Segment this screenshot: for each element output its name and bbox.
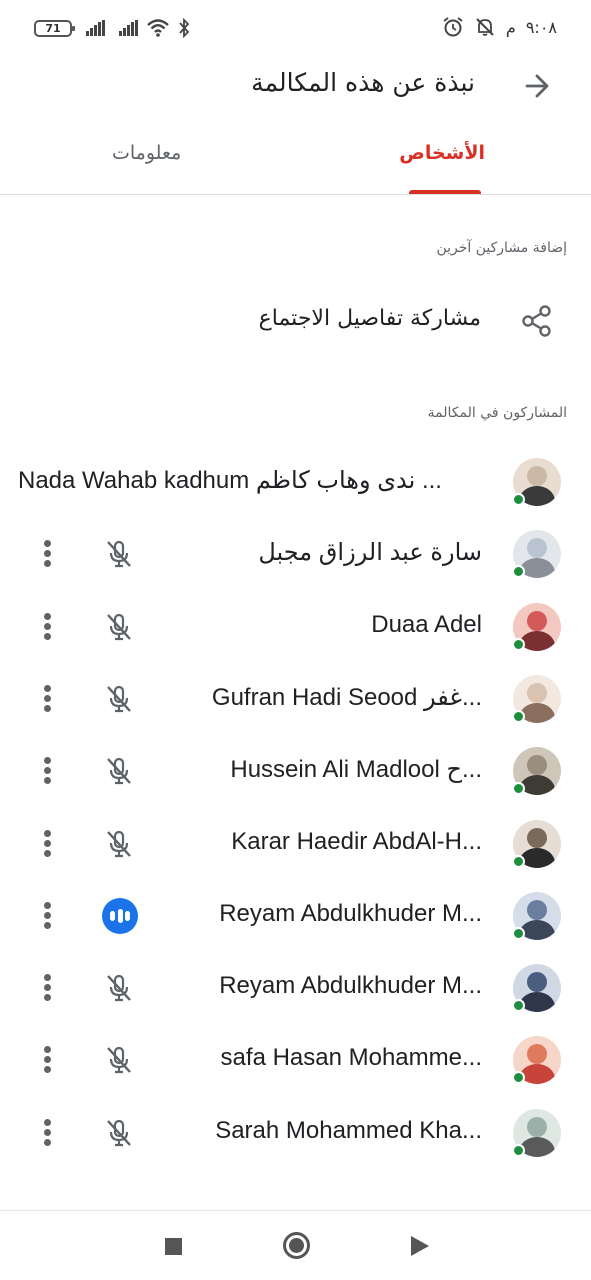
participant-row[interactable]: Reyam Abdulkhuder M... [0,952,591,1024]
more-options-icon[interactable] [38,611,58,643]
speaking-indicator-icon [102,897,138,934]
more-options-icon[interactable] [38,900,58,932]
selected-tab-indicator [409,190,481,194]
tab-people[interactable]: الأشخاص [399,142,485,164]
battery-level: 71 [45,21,61,35]
arrow-back-icon[interactable] [521,70,553,102]
more-options-icon[interactable] [38,972,58,1004]
participant-row[interactable]: Duaa Adel [0,591,591,663]
participant-row[interactable]: Karar Haedir AbdAl-H... [0,808,591,880]
participant-name: Sarah Mohammed Kha... [215,1116,482,1144]
battery-icon: 71 [34,19,75,37]
participant-name: Reyam Abdulkhuder M... [219,972,482,1000]
more-options-icon[interactable] [38,1044,58,1076]
online-status-dot [512,854,525,868]
system-nav-bar [0,1210,591,1280]
share-icon [522,305,551,337]
participant-name: سارة عبد الرزاق مجبل [258,539,482,567]
online-status-dot [512,999,525,1013]
share-label: مشاركة تفاصيل الاجتماع [258,306,481,331]
status-bar: 71 م ٩:٠٨ [0,0,591,56]
online-status-dot [512,1143,525,1157]
mic-off-icon [107,758,131,785]
participant-name: Gufran Hadi Seood غفر... [211,683,482,711]
mic-off-icon [107,685,131,712]
mic-off-icon [107,830,131,857]
online-status-dot [512,493,525,506]
more-options-icon[interactable] [38,1117,58,1149]
participant-name: Reyam Abdulkhuder M... [219,899,482,927]
wifi-icon [147,19,169,37]
mic-off-icon [107,1047,131,1074]
tab-bar: الأشخاص معلومات [0,130,591,195]
signal-icon [119,20,138,36]
online-status-dot [512,637,525,651]
bluetooth-icon [179,18,190,38]
tab-info[interactable]: معلومات [112,142,181,164]
participant-name: Hussein Ali Madlool ح... [230,756,482,784]
add-participants-label: إضافة مشاركين آخرين [436,240,567,256]
back-triangle-icon[interactable] [411,1236,429,1256]
more-options-icon[interactable] [38,828,58,860]
more-options-icon[interactable] [38,538,58,570]
mic-off-icon [107,541,131,568]
participant-row[interactable]: Sarah Mohammed Kha... [0,1097,591,1169]
notifications-off-icon [476,18,494,36]
signal-icon [86,20,105,36]
mic-off-icon [107,613,131,640]
participant-row[interactable]: Reyam Abdulkhuder M... [0,880,591,952]
share-meeting-details-button[interactable]: مشاركة تفاصيل الاجتماع [0,286,591,356]
participants-label: المشاركون في المكالمة [427,405,567,421]
status-time: ٩:٠٨ [525,17,557,37]
home-circle-icon[interactable] [283,1232,310,1259]
online-status-dot [512,926,525,940]
participant-name: safa Hasan Mohamme... [220,1044,482,1072]
participant-name: Nada Wahab kadhum ندى وهاب كاظم ... [18,467,442,494]
participant-row[interactable]: Gufran Hadi Seood غفر... [0,663,591,735]
participant-name: Karar Haedir AbdAl-H... [231,827,482,855]
online-status-dot [512,709,525,723]
page-title: نبذة عن هذه المكالمة [251,68,475,97]
app-bar: نبذة عن هذه المكالمة [0,56,591,116]
mic-off-icon [107,1119,131,1146]
mic-off-icon [107,974,131,1002]
alarm-icon [443,17,463,37]
status-am-pm: م [505,17,516,37]
participant-row[interactable]: سارة عبد الرزاق مجبل [0,518,591,590]
more-options-icon[interactable] [38,683,58,715]
participant-name: Duaa Adel [371,610,482,638]
more-options-icon[interactable] [38,755,58,787]
participant-row[interactable]: safa Hasan Mohamme... [0,1024,591,1096]
status-bar-right: م ٩:٠٨ [442,14,557,40]
participant-row[interactable]: Nada Wahab kadhum ندى وهاب كاظم ... [0,446,591,518]
status-bar-left: 71 [34,17,190,39]
participant-row[interactable]: Hussein Ali Madlool ح... [0,735,591,807]
recents-square-icon[interactable] [165,1238,182,1255]
